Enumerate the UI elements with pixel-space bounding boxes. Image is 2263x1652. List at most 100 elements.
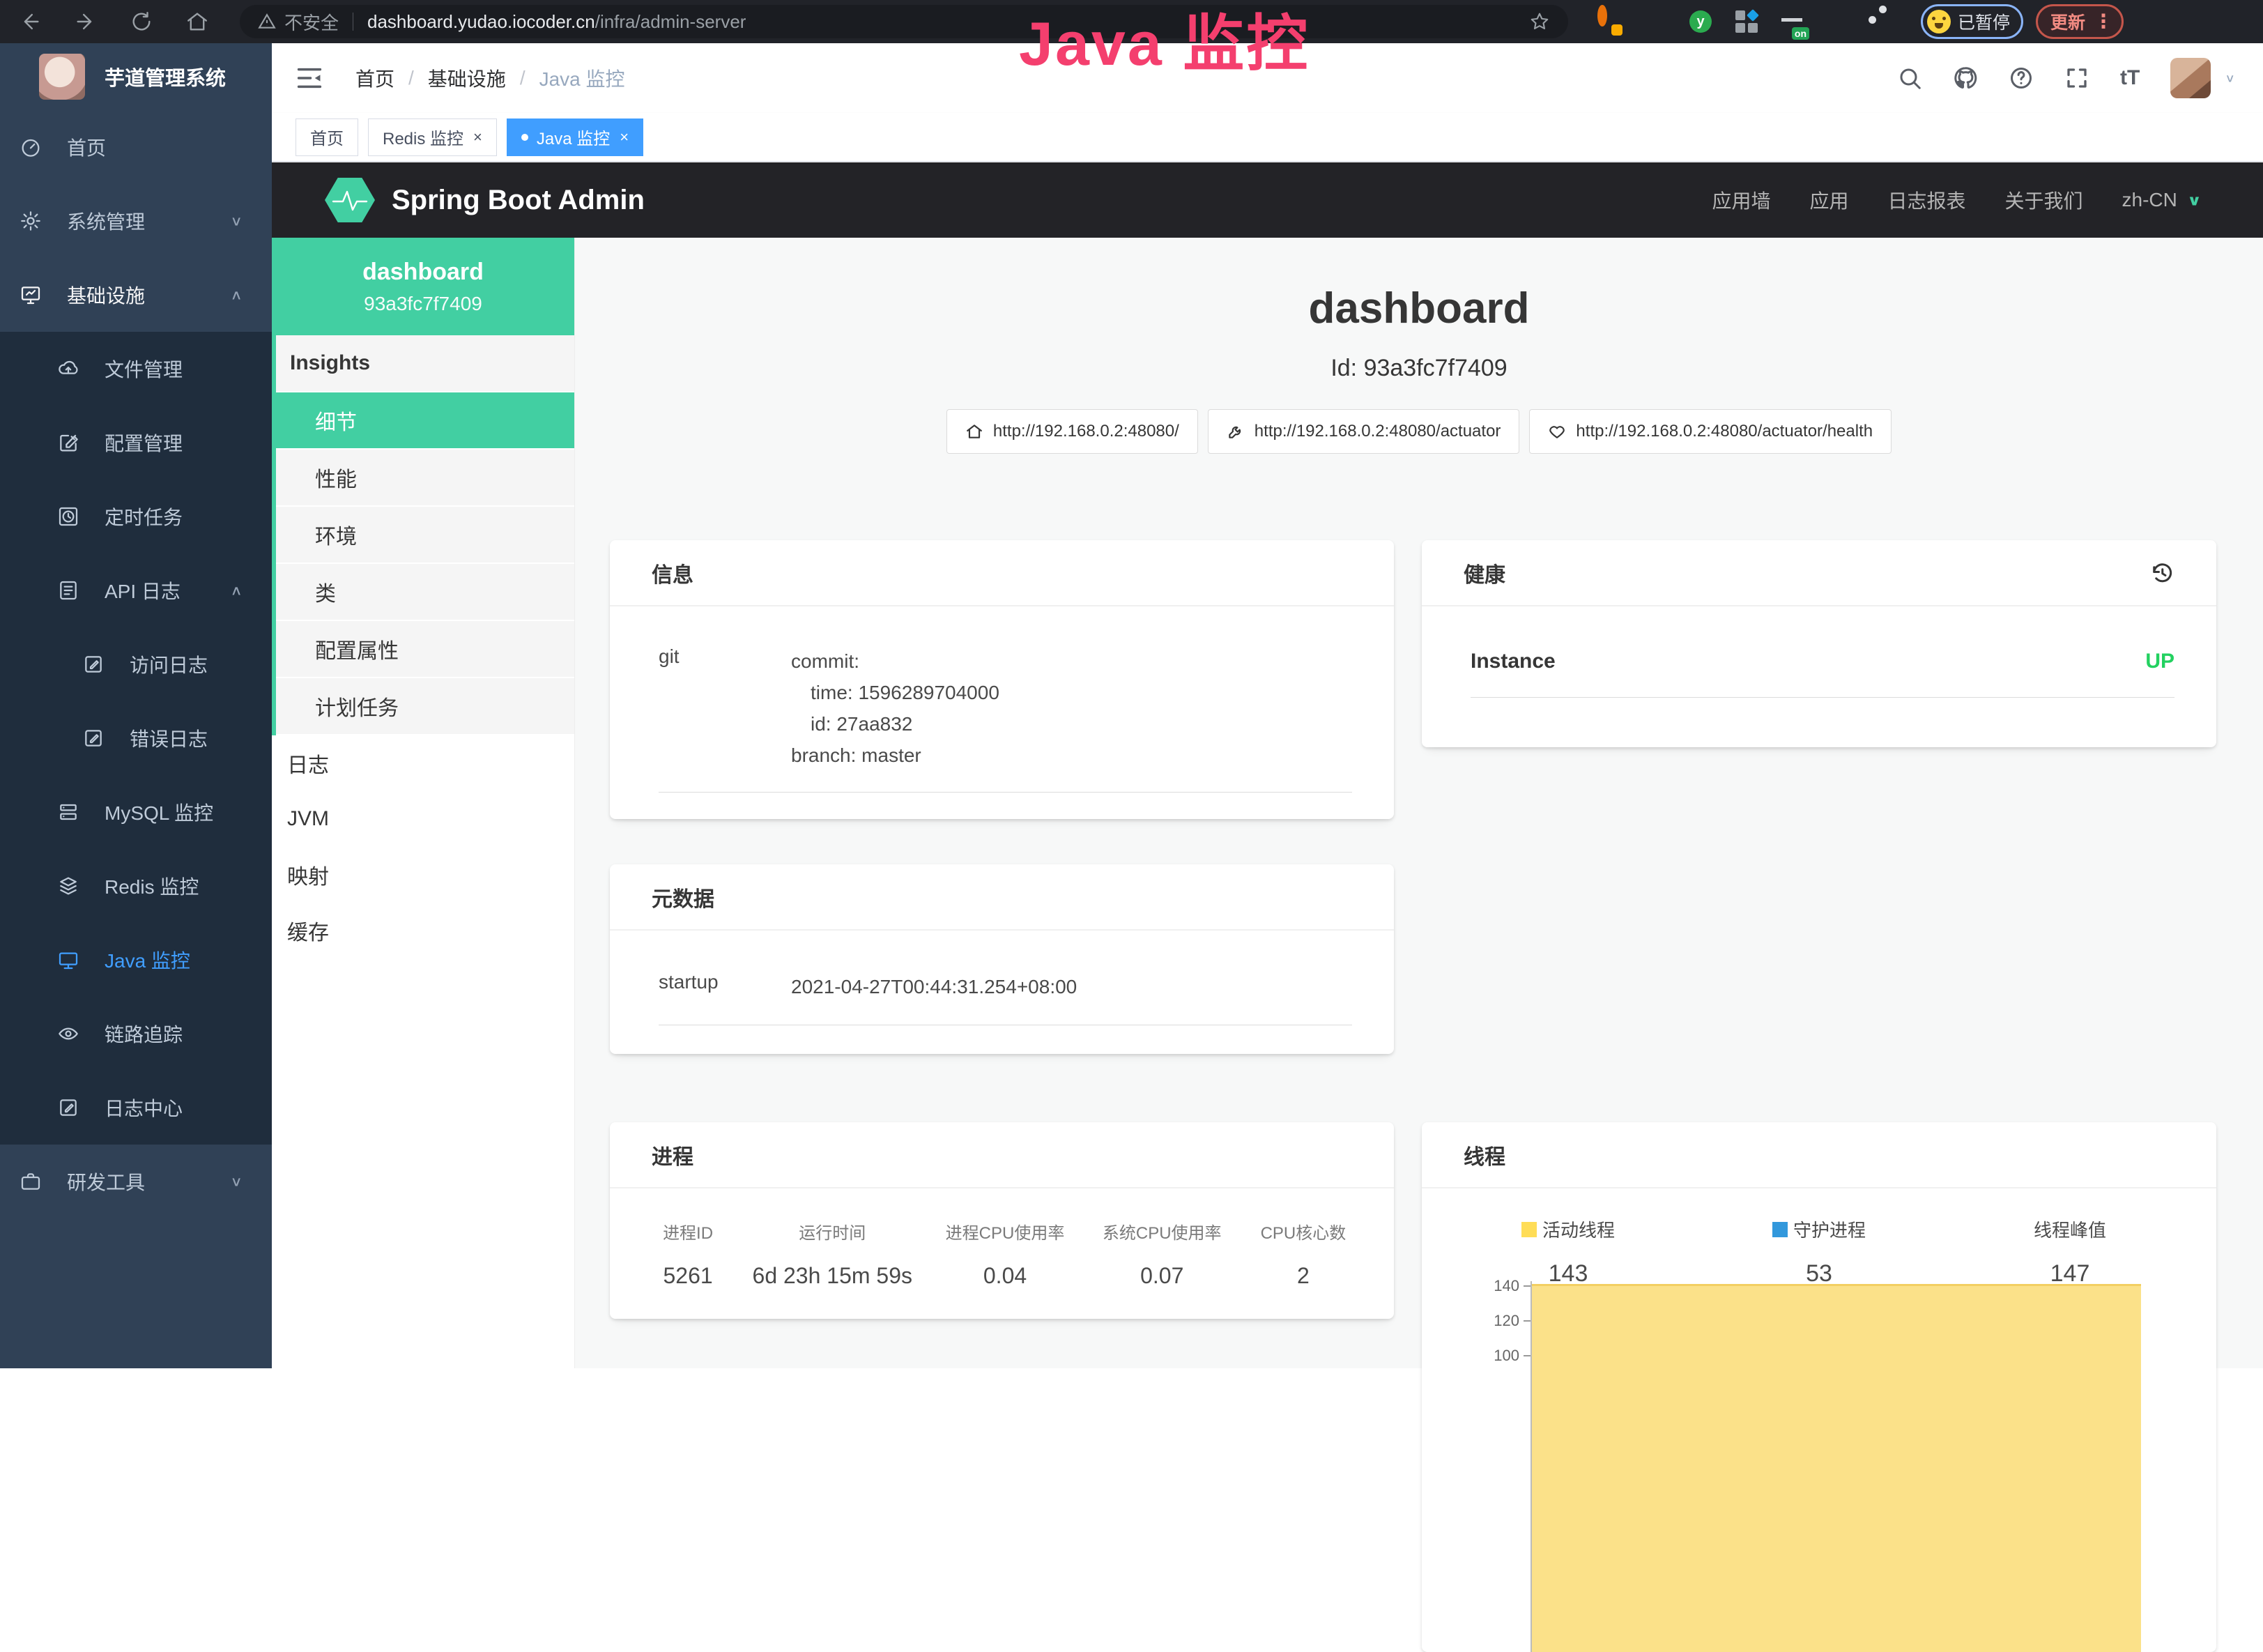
sidebar-item-trace[interactable]: 链路追踪	[0, 997, 272, 1071]
brand-title[interactable]: Spring Boot Admin	[392, 185, 645, 216]
sidebar-item-access-log[interactable]: 访问日志	[0, 627, 272, 701]
close-icon[interactable]: ×	[473, 128, 482, 146]
extension-sync-icon[interactable]	[1597, 10, 1620, 33]
metadata-card-title: 元数据	[610, 864, 1394, 931]
service-url-button[interactable]: http://192.168.0.2:48080/	[946, 409, 1198, 454]
sba-item-jvm[interactable]: JVM	[272, 791, 574, 847]
sidebar-item-log-center[interactable]: 日志中心	[0, 1071, 272, 1145]
nav-journal[interactable]: 日志报表	[1888, 186, 1966, 214]
extensions-puzzle-icon[interactable]	[1873, 10, 1896, 33]
sidebar-item-redis[interactable]: Redis 监控	[0, 849, 272, 923]
extension-y-icon[interactable]: y	[1689, 10, 1712, 33]
chevron-up-icon: ∧	[230, 582, 243, 598]
bookmark-star-icon[interactable]	[1529, 11, 1550, 32]
breadcrumb-home[interactable]: 首页	[355, 64, 394, 92]
sba-item-details[interactable]: 细节	[276, 392, 574, 450]
extension-leaf-icon[interactable]	[1827, 10, 1850, 33]
sba-root-items: 日志 JVM 映射 缓存	[272, 735, 574, 958]
sidebar-item-label: 系统管理	[67, 207, 145, 235]
url-path[interactable]: /infra/admin-server	[595, 11, 746, 33]
sidebar-item-file[interactable]: 文件管理	[0, 332, 272, 406]
live-threads-area	[1532, 1284, 2141, 1652]
breadcrumb-infra[interactable]: 基础设施	[428, 64, 506, 92]
sba-item-classes[interactable]: 类	[276, 564, 574, 621]
insights-group-title: Insights	[276, 335, 574, 392]
sidebar-item-api-log[interactable]: API 日志 ∧	[0, 553, 272, 627]
chevron-down-icon: ∨	[2187, 192, 2202, 209]
sba-item-environment[interactable]: 环境	[276, 507, 574, 564]
sidebar-item-dev-tools[interactable]: 研发工具 ∨	[0, 1145, 272, 1218]
hamburger-collapse-icon[interactable]	[296, 66, 323, 90]
sidebar-item-mysql[interactable]: MySQL 监控	[0, 775, 272, 849]
sba-item-scheduled-tasks[interactable]: 计划任务	[276, 678, 574, 735]
home-icon[interactable]	[185, 10, 209, 33]
sidebar-item-error-log[interactable]: 错误日志	[0, 701, 272, 775]
y-tickmark	[1524, 1355, 1531, 1356]
extension-grid-icon[interactable]	[1735, 10, 1758, 33]
fullscreen-icon[interactable]	[2064, 66, 2089, 91]
instance-id-line: Id: 93a3fc7f7409	[575, 355, 2263, 382]
sba-item-configprops[interactable]: 配置属性	[276, 621, 574, 678]
instance-id: 93a3fc7f7409	[364, 293, 482, 315]
extension-pin-icon[interactable]	[1643, 10, 1666, 33]
tab-home[interactable]: 首页	[296, 118, 358, 156]
dashboard-icon	[20, 136, 42, 158]
health-row-instance[interactable]: Instance UP	[1471, 650, 2174, 698]
pen-square-icon	[57, 1096, 79, 1119]
sidebar-item-label: API 日志	[105, 576, 181, 604]
sba-item-mappings[interactable]: 映射	[272, 847, 574, 903]
breadcrumb-separator: /	[408, 67, 414, 89]
sidebar-item-job[interactable]: 定时任务	[0, 480, 272, 553]
instance-header[interactable]: dashboard 93a3fc7f7409	[272, 238, 574, 335]
browser-update-button[interactable]: 更新 ⋮	[2036, 4, 2124, 39]
tab-label: Redis 监控	[383, 125, 463, 149]
nav-about[interactable]: 关于我们	[2005, 186, 2083, 214]
layers-icon	[57, 875, 79, 897]
sidebar-item-java[interactable]: Java 监控	[0, 923, 272, 997]
close-icon[interactable]: ×	[620, 128, 629, 146]
health-url-button[interactable]: http://192.168.0.2:48080/actuator/health	[1529, 409, 1892, 454]
tab-redis[interactable]: Redis 监控 ×	[368, 118, 497, 156]
sidebar-item-system[interactable]: 系统管理 ∨	[0, 184, 272, 258]
sidebar-item-infra[interactable]: 基础设施 ∧	[0, 258, 272, 332]
address-bar[interactable]: 不安全 dashboard.yudao.iocoder.cn /infra/ad…	[240, 5, 1568, 38]
locale-selector[interactable]: zh-CN ∨	[2122, 189, 2202, 211]
reload-icon[interactable]	[130, 10, 153, 33]
user-avatar[interactable]	[2170, 58, 2211, 98]
process-col-pid: 进程ID 5261	[638, 1219, 738, 1289]
forward-icon[interactable]	[74, 10, 98, 33]
annotation-overlay-text: Java 监控	[1019, 0, 1310, 83]
sba-item-logs[interactable]: 日志	[272, 735, 574, 791]
security-label[interactable]: 不安全	[284, 9, 339, 35]
cell-value: 2	[1241, 1263, 1366, 1289]
actuator-url-button[interactable]: http://192.168.0.2:48080/actuator	[1208, 409, 1520, 454]
spring-boot-admin-logo[interactable]	[325, 178, 375, 222]
breadcrumb-separator: /	[520, 67, 526, 89]
sidebar-logo-row[interactable]: 芋道管理系统	[0, 43, 272, 110]
avatar-caret-icon[interactable]: ∨	[2225, 71, 2235, 85]
history-icon[interactable]	[2149, 560, 2174, 586]
sidebar-item-home[interactable]: 首页	[0, 110, 272, 184]
help-icon[interactable]	[2009, 66, 2034, 91]
tab-java[interactable]: Java 监控 ×	[507, 118, 643, 156]
sba-item-caches[interactable]: 缓存	[272, 903, 574, 958]
nav-applications[interactable]: 应用	[1809, 186, 1848, 214]
browser-profile-chip[interactable]: 已暂停	[1921, 4, 2023, 39]
extension-list-icon[interactable]: on	[1781, 10, 1804, 33]
y-tickmark	[1524, 1285, 1531, 1287]
font-size-icon[interactable]: tT	[2120, 66, 2140, 90]
nav-wallboard[interactable]: 应用墙	[1712, 186, 1770, 214]
legend-label: 线程峰值	[2034, 1216, 2106, 1242]
instance-name: dashboard	[362, 259, 484, 286]
browser-menu-kebab-icon[interactable]: ⋮	[2094, 12, 2113, 31]
health-key: Instance	[1471, 650, 1556, 673]
legend-daemon-threads: 守护进程 53	[1694, 1216, 1944, 1287]
sidebar-item-config[interactable]: 配置管理	[0, 406, 272, 480]
sba-item-metrics[interactable]: 性能	[276, 450, 574, 507]
back-icon[interactable]	[18, 10, 42, 33]
tab-label: 首页	[310, 125, 344, 149]
github-icon[interactable]	[1953, 66, 1978, 91]
profile-avatar-emoji	[1927, 10, 1951, 33]
search-icon[interactable]	[1897, 66, 1922, 91]
url-host[interactable]: dashboard.yudao.iocoder.cn	[367, 11, 595, 33]
